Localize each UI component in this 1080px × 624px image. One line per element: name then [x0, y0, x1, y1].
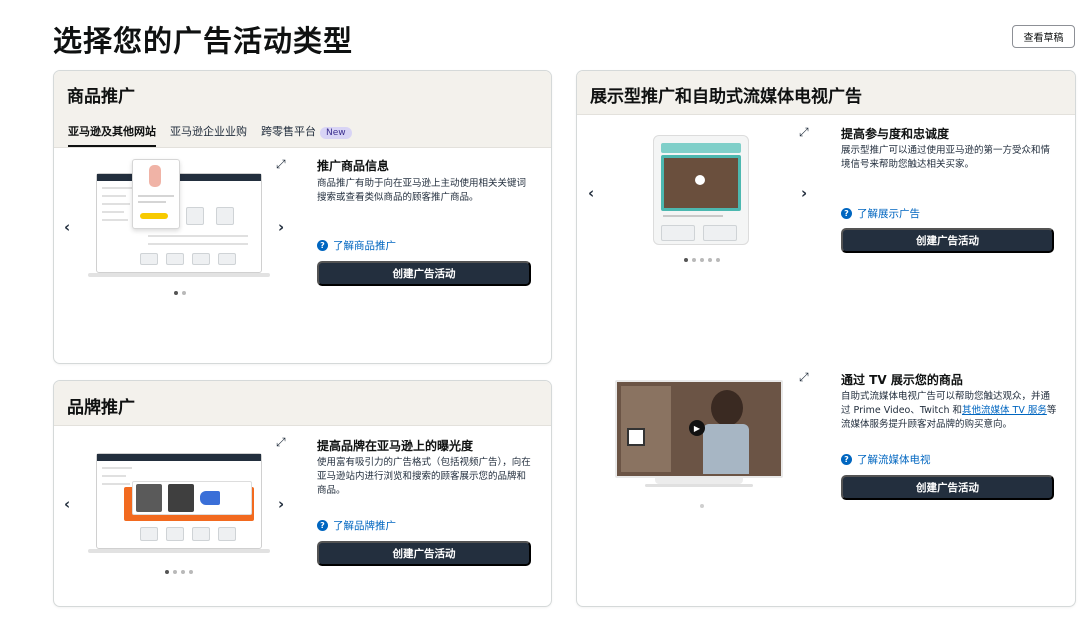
- question-circle-icon: ?: [841, 208, 852, 219]
- carousel-dot[interactable]: [182, 291, 186, 295]
- create-campaign-button[interactable]: 创建广告活动: [841, 228, 1054, 253]
- learn-more-link[interactable]: ? 了解商品推广: [317, 238, 396, 253]
- sponsored-brands-illustration: [88, 451, 270, 555]
- feature-description: 商品推广有助于向在亚马逊上主动使用相关关键词搜索或查看类似商品的顾客推广商品。: [317, 178, 527, 203]
- expand-icon[interactable]: ⤢: [276, 157, 286, 172]
- learn-more-link[interactable]: ? 了解流媒体电视: [841, 452, 931, 467]
- view-drafts-button[interactable]: 查看草稿: [1012, 25, 1075, 48]
- expand-icon[interactable]: ⤢: [799, 370, 809, 385]
- carousel-dot[interactable]: [165, 570, 169, 574]
- carousel-dot[interactable]: [684, 258, 688, 262]
- carousel-dots: [165, 570, 193, 574]
- carousel-dots: [684, 258, 720, 262]
- carousel-dots: [174, 291, 186, 295]
- question-circle-icon: ?: [317, 520, 328, 531]
- carousel-dot[interactable]: [181, 570, 185, 574]
- card-title: 品牌推广: [67, 398, 135, 418]
- learn-more-link[interactable]: ? 了解展示广告: [841, 206, 920, 221]
- create-campaign-button[interactable]: 创建广告活动: [317, 541, 531, 566]
- carousel-dot[interactable]: [700, 258, 704, 262]
- card-header: 展示型推广和自助式流媒体电视广告: [577, 71, 1075, 115]
- carousel-dot[interactable]: [700, 504, 704, 508]
- display-streaming-card: 展示型推广和自助式流媒体电视广告 ‹ › ⤢ 提高参与度和忠诚度 展示型推广可以…: [576, 70, 1076, 607]
- carousel-dot[interactable]: [708, 258, 712, 262]
- sponsored-products-card: 商品推广 亚马逊及其他网站 亚马逊企业业购 跨零售平台 New ‹ › ⤢ 推广…: [53, 70, 552, 364]
- sponsored-brands-card: 品牌推广 ‹ › ⤢ 提高品牌在亚马逊上的曝光度 使用富有吸引力的广告格式（包括…: [53, 380, 552, 607]
- card-title: 商品推广: [67, 87, 135, 107]
- feature-title: 提高品牌在亚马逊上的曝光度: [317, 439, 474, 453]
- new-badge: New: [320, 127, 352, 139]
- card-header: 商品推广 亚马逊及其他网站 亚马逊企业业购 跨零售平台 New: [54, 71, 551, 148]
- expand-icon[interactable]: ⤢: [799, 125, 809, 140]
- feature-description: 展示型推广可以通过使用亚马逊的第一方受众和情境信号来帮助您触达相关买家。: [841, 145, 1051, 170]
- placement-tabs: 亚马逊及其他网站 亚马逊企业业购 跨零售平台 New: [68, 123, 352, 147]
- carousel-dot[interactable]: [174, 291, 178, 295]
- carousel-prev-button[interactable]: ‹: [64, 495, 70, 513]
- feature-description: 自助式流媒体电视广告可以帮助您触达观众，并通过 Prime Video、Twit…: [841, 390, 1059, 432]
- create-campaign-button[interactable]: 创建广告活动: [841, 475, 1054, 500]
- other-streaming-services-link[interactable]: 其他流媒体 TV 服务: [962, 405, 1047, 416]
- sponsored-products-illustration: [88, 159, 270, 281]
- learn-more-label: 了解商品推广: [333, 240, 396, 252]
- feature-title: 提高参与度和忠诚度: [841, 127, 950, 141]
- expand-icon[interactable]: ⤢: [276, 435, 286, 450]
- card-header: 品牌推广: [54, 381, 551, 426]
- tab-amazon-and-other-sites[interactable]: 亚马逊及其他网站: [68, 123, 156, 147]
- learn-more-label: 了解品牌推广: [333, 520, 396, 532]
- feature-title: 推广商品信息: [317, 159, 390, 173]
- tab-amazon-business[interactable]: 亚马逊企业业购: [170, 123, 247, 147]
- streaming-tv-illustration: ▶: [615, 380, 783, 492]
- learn-more-link[interactable]: ? 了解品牌推广: [317, 518, 396, 533]
- question-circle-icon: ?: [841, 454, 852, 465]
- carousel-next-button[interactable]: ›: [278, 495, 284, 513]
- tab-label: 跨零售平台: [261, 125, 316, 138]
- carousel-next-button[interactable]: ›: [801, 184, 807, 202]
- question-circle-icon: ?: [317, 240, 328, 251]
- carousel-prev-button[interactable]: ‹: [588, 184, 594, 202]
- feature-title: 通过 TV 展示您的商品: [841, 373, 963, 387]
- carousel-next-button[interactable]: ›: [278, 218, 284, 236]
- carousel-dots: [700, 504, 704, 508]
- feature-description: 使用富有吸引力的广告格式（包括视频广告），向在亚马逊站内进行浏览和搜索的顾客展示…: [317, 457, 531, 496]
- carousel-dot[interactable]: [189, 570, 193, 574]
- carousel-dot[interactable]: [692, 258, 696, 262]
- learn-more-label: 了解展示广告: [857, 208, 920, 220]
- tab-cross-retail[interactable]: 跨零售平台 New: [261, 123, 352, 147]
- create-campaign-button[interactable]: 创建广告活动: [317, 261, 531, 286]
- learn-more-label: 了解流媒体电视: [857, 454, 931, 466]
- carousel-prev-button[interactable]: ‹: [64, 218, 70, 236]
- display-ad-illustration: [653, 135, 749, 245]
- carousel-dot[interactable]: [716, 258, 720, 262]
- card-title: 展示型推广和自助式流媒体电视广告: [590, 87, 862, 107]
- carousel-dot[interactable]: [173, 570, 177, 574]
- page-title: 选择您的广告活动类型: [53, 24, 354, 58]
